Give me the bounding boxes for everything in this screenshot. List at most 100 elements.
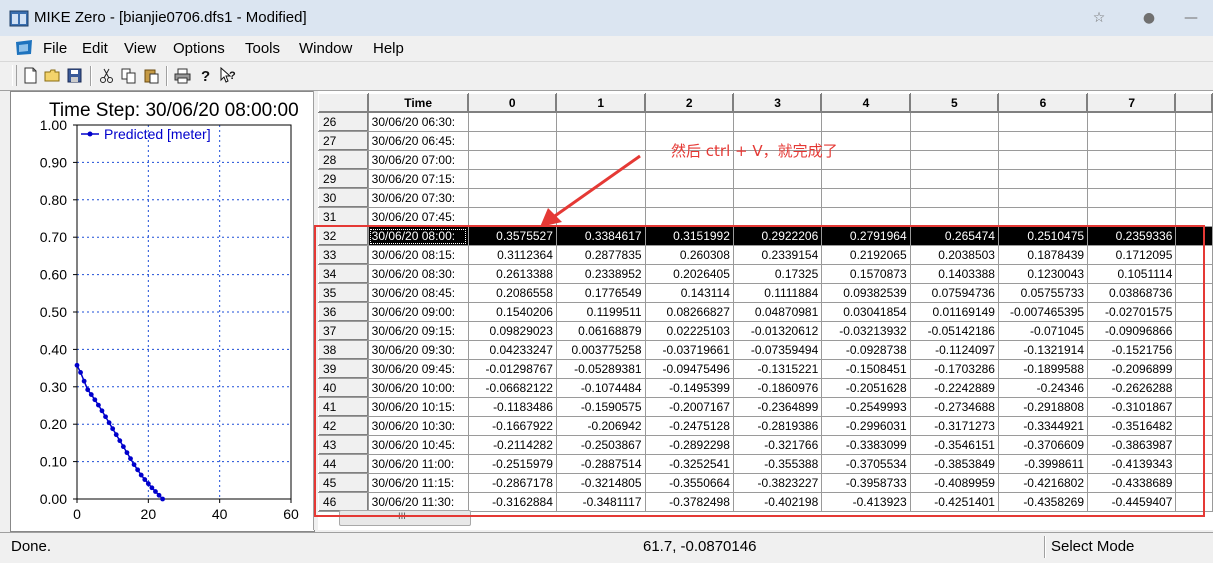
value-cell[interactable] <box>910 112 999 132</box>
value-cell[interactable]: -0.4089959 <box>910 473 999 493</box>
menu-help[interactable]: Help <box>373 40 404 57</box>
value-cell[interactable]: 0.2922206 <box>733 226 823 246</box>
row-header[interactable]: 44 <box>318 454 369 474</box>
print-icon[interactable] <box>174 67 191 84</box>
row-header[interactable]: 36 <box>318 302 369 322</box>
value-cell[interactable] <box>645 112 734 132</box>
value-cell[interactable] <box>1087 112 1177 132</box>
value-cell[interactable]: -0.2515979 <box>468 454 557 474</box>
time-cell[interactable]: 30/06/20 07:30: <box>368 188 469 208</box>
table-row[interactable]: 26 30/06/20 06:30: <box>318 112 1213 132</box>
help-icon[interactable]: ? <box>197 67 214 85</box>
time-cell[interactable]: 30/06/20 08:15: <box>368 245 469 265</box>
value-cell[interactable] <box>733 188 823 208</box>
row-header[interactable]: 35 <box>318 283 369 303</box>
value-cell[interactable]: 0.2339154 <box>733 245 823 265</box>
value-cell[interactable]: 0.3384617 <box>556 226 646 246</box>
value-cell[interactable]: 0.143114 <box>645 283 734 303</box>
overflow-cell[interactable] <box>1175 245 1213 265</box>
table-row[interactable]: 45 30/06/20 11:15: -0.2867178 -0.3214805 -0.… <box>318 473 1213 493</box>
value-cell[interactable] <box>910 207 999 227</box>
value-cell[interactable] <box>1087 169 1177 189</box>
value-cell[interactable]: -0.3481117 <box>556 492 646 512</box>
value-cell[interactable]: -0.402198 <box>733 492 823 512</box>
value-cell[interactable]: 0.03041854 <box>821 302 911 322</box>
star-icon[interactable]: ☆ <box>1090 10 1108 26</box>
overflow-cell[interactable] <box>1175 150 1213 170</box>
value-cell[interactable]: 0.2877835 <box>556 245 646 265</box>
row-header[interactable]: 45 <box>318 473 369 493</box>
overflow-cell[interactable] <box>1175 359 1213 379</box>
value-cell[interactable]: -0.1508451 <box>821 359 911 379</box>
value-cell[interactable] <box>821 207 911 227</box>
overflow-cell[interactable] <box>1175 397 1213 417</box>
value-cell[interactable] <box>645 207 734 227</box>
value-cell[interactable]: 0.2038503 <box>910 245 999 265</box>
mike-zero-app-icon[interactable] <box>9 9 29 27</box>
time-cell[interactable]: 30/06/20 08:30: <box>368 264 469 284</box>
value-cell[interactable]: -0.2114282 <box>468 435 557 455</box>
value-cell[interactable]: -0.4459407 <box>1087 492 1177 512</box>
value-cell[interactable]: -0.09475496 <box>645 359 734 379</box>
copy-icon[interactable] <box>120 67 137 84</box>
value-cell[interactable]: 0.260308 <box>645 245 734 265</box>
overflow-cell[interactable] <box>1175 302 1213 322</box>
value-cell[interactable] <box>1087 188 1177 208</box>
value-cell[interactable]: 0.2192065 <box>821 245 911 265</box>
value-cell[interactable]: 0.1199511 <box>556 302 646 322</box>
value-cell[interactable]: 0.07594736 <box>910 283 999 303</box>
menu-edit[interactable]: Edit <box>82 40 108 57</box>
document-window-icon[interactable] <box>14 40 34 56</box>
value-cell[interactable]: -0.3214805 <box>556 473 646 493</box>
value-cell[interactable]: -0.2503867 <box>556 435 646 455</box>
value-cell[interactable]: -0.2007167 <box>645 397 734 417</box>
value-cell[interactable] <box>556 169 646 189</box>
value-cell[interactable] <box>910 169 999 189</box>
overflow-cell[interactable] <box>1175 188 1213 208</box>
row-header[interactable]: 32 <box>318 226 369 246</box>
value-cell[interactable]: 0.1051114 <box>1087 264 1177 284</box>
table-row[interactable]: 38 30/06/20 09:30: 0.04233247 0.003775258 -0… <box>318 340 1213 360</box>
value-cell[interactable]: 0.1878439 <box>998 245 1089 265</box>
value-cell[interactable]: -0.3823227 <box>733 473 823 493</box>
column-header-4[interactable]: 4 <box>821 93 911 113</box>
table-row[interactable]: 31 30/06/20 07:45: <box>318 207 1213 227</box>
value-cell[interactable]: -0.2626288 <box>1087 378 1177 398</box>
value-cell[interactable]: -0.3344921 <box>998 416 1089 436</box>
value-cell[interactable]: -0.2892298 <box>645 435 734 455</box>
horizontal-scrollbar-thumb[interactable]: III <box>339 510 471 526</box>
open-folder-icon[interactable] <box>44 67 61 84</box>
value-cell[interactable] <box>910 131 999 151</box>
value-cell[interactable] <box>998 207 1089 227</box>
overflow-cell[interactable] <box>1175 226 1213 246</box>
value-cell[interactable]: -0.355388 <box>733 454 823 474</box>
value-cell[interactable]: 0.02225103 <box>645 321 734 341</box>
value-cell[interactable]: -0.1315221 <box>733 359 823 379</box>
column-header-5[interactable]: 5 <box>909 93 999 113</box>
value-cell[interactable]: -0.03719661 <box>645 340 734 360</box>
value-cell[interactable]: -0.3101867 <box>1087 397 1177 417</box>
value-cell[interactable]: -0.2867178 <box>468 473 557 493</box>
value-cell[interactable]: -0.2549993 <box>821 397 911 417</box>
row-header[interactable]: 34 <box>318 264 369 284</box>
value-cell[interactable]: 0.2791964 <box>821 226 911 246</box>
row-header[interactable]: 31 <box>318 207 369 227</box>
value-cell[interactable]: 0.3112364 <box>468 245 557 265</box>
time-cell[interactable]: 30/06/20 11:30: <box>368 492 469 512</box>
value-cell[interactable]: 0.3575527 <box>468 226 557 246</box>
table-row[interactable]: 41 30/06/20 10:15: -0.1183486 -0.1590575 -0.… <box>318 397 1213 417</box>
user-icon[interactable]: ● <box>1140 10 1158 26</box>
value-cell[interactable]: 0.09382539 <box>821 283 911 303</box>
time-cell[interactable]: 30/06/20 10:30: <box>368 416 469 436</box>
value-cell[interactable] <box>556 207 646 227</box>
overflow-cell[interactable] <box>1175 340 1213 360</box>
overflow-cell[interactable] <box>1175 454 1213 474</box>
table-row[interactable]: 33 30/06/20 08:15: 0.3112364 0.2877835 0.260… <box>318 245 1213 265</box>
time-cell[interactable]: 30/06/20 08:45: <box>368 283 469 303</box>
row-header[interactable]: 41 <box>318 397 369 417</box>
value-cell[interactable]: -0.01320612 <box>733 321 823 341</box>
time-cell[interactable]: 30/06/20 11:00: <box>368 454 469 474</box>
value-cell[interactable]: -0.2475128 <box>645 416 734 436</box>
row-header[interactable]: 29 <box>318 169 369 189</box>
value-cell[interactable]: -0.321766 <box>733 435 823 455</box>
